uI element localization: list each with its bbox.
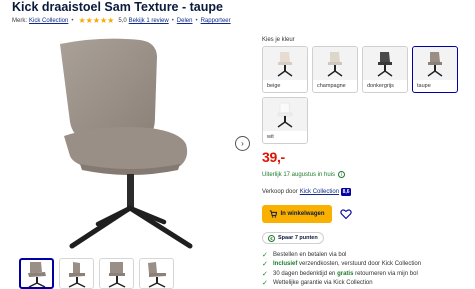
chair-thumbnail-icon [108, 261, 125, 288]
product-image[interactable] [40, 32, 220, 250]
product-price: 39,- [262, 149, 285, 165]
check-icon: ✓ [262, 280, 268, 288]
chair-thumbnail-icon [27, 261, 46, 287]
check-icon: ✓ [262, 270, 268, 278]
product-title: Kick draaistoel Sam Texture - taupe [12, 0, 223, 14]
star-icon: ★ [107, 16, 115, 25]
chair-swatch-icon [327, 51, 343, 77]
usp-list: ✓ Bestellen en betalen via bol ✓ Inclusi… [262, 250, 421, 288]
color-option-label: beige [267, 83, 281, 89]
usp-item: ✓ Bestellen en betalen via bol [262, 251, 347, 259]
color-option-label: champagne [317, 83, 346, 89]
color-option-donkergrijs[interactable]: donkergrijs [362, 46, 408, 93]
add-to-cart-label: In winkelwagen [280, 211, 325, 217]
thumbnail[interactable] [99, 258, 134, 289]
usp-item: ✓ Inclusief verzendkosten, verstuurd doo… [262, 261, 422, 269]
rating-stars: ★ ★ ★ ★ ★ [78, 17, 114, 25]
chair-swatch-icon [277, 102, 293, 128]
color-option-label: wit [267, 134, 274, 140]
thumbnail-strip [19, 258, 174, 289]
color-option-label: donkergrijs [367, 83, 394, 89]
delivery-info: Uiterlijk 17 augustus in huis i [262, 171, 346, 178]
chair-swatch-icon [427, 51, 443, 77]
add-to-cart-button[interactable]: In winkelwagen [262, 205, 332, 223]
color-option-label: taupe [417, 83, 431, 89]
thumbnail[interactable] [19, 258, 54, 289]
check-icon: ✓ [262, 261, 268, 269]
star-icon: ★ [85, 16, 93, 25]
color-option-taupe[interactable]: taupe [412, 46, 458, 93]
star-icon: ★ [92, 16, 100, 25]
points-text: Spaar 7 punten [278, 235, 318, 241]
report-link[interactable]: Rapporteer [201, 18, 231, 24]
seller-rating-badge: 8,6 [341, 188, 352, 196]
delivery-text: Uiterlijk 17 augustus in huis [262, 171, 336, 178]
share-link[interactable]: Delen [177, 18, 193, 24]
brand-label: Merk: [12, 18, 27, 24]
star-icon: ★ [78, 16, 86, 25]
color-picker-label: Kies je kleur [262, 37, 295, 43]
rating-value: 5,0 [118, 18, 127, 24]
next-image-button[interactable]: › [235, 136, 250, 151]
thumbnail[interactable] [139, 258, 174, 289]
usp-item: ✓ Wettelijke garantie via Kick Collectio… [262, 280, 373, 288]
chair-thumbnail-icon [147, 261, 166, 288]
color-option-champagne[interactable]: champagne [312, 46, 358, 93]
review-link[interactable]: Bekijk 1 review [129, 18, 169, 24]
brand-link[interactable]: Kick Collection [29, 18, 68, 24]
seller-label: Verkoop door [262, 189, 298, 195]
chair-swatch-icon [377, 51, 393, 77]
color-option-wit[interactable]: wit [262, 97, 308, 144]
points-icon: € [268, 234, 275, 242]
product-meta: Merk: Kick Collection • ★ ★ ★ ★ ★ 5,0 Be… [12, 16, 231, 25]
wishlist-heart-icon[interactable] [340, 208, 352, 220]
cart-icon [270, 210, 278, 218]
chair-thumbnail-icon [68, 261, 85, 288]
seller-link[interactable]: Kick Collection [300, 189, 339, 195]
usp-item: ✓ 30 dagen bedenktijd en gratis retourne… [262, 270, 418, 278]
check-icon: ✓ [262, 251, 268, 259]
color-option-beige[interactable]: beige [262, 46, 308, 93]
thumbnail[interactable] [59, 258, 94, 289]
loyalty-points-badge: € Spaar 7 punten [262, 232, 324, 244]
chair-swatch-icon [277, 51, 293, 77]
seller-info: Verkoop door Kick Collection 8,6 [262, 188, 352, 196]
star-icon: ★ [99, 16, 108, 25]
info-icon[interactable]: i [338, 171, 346, 178]
